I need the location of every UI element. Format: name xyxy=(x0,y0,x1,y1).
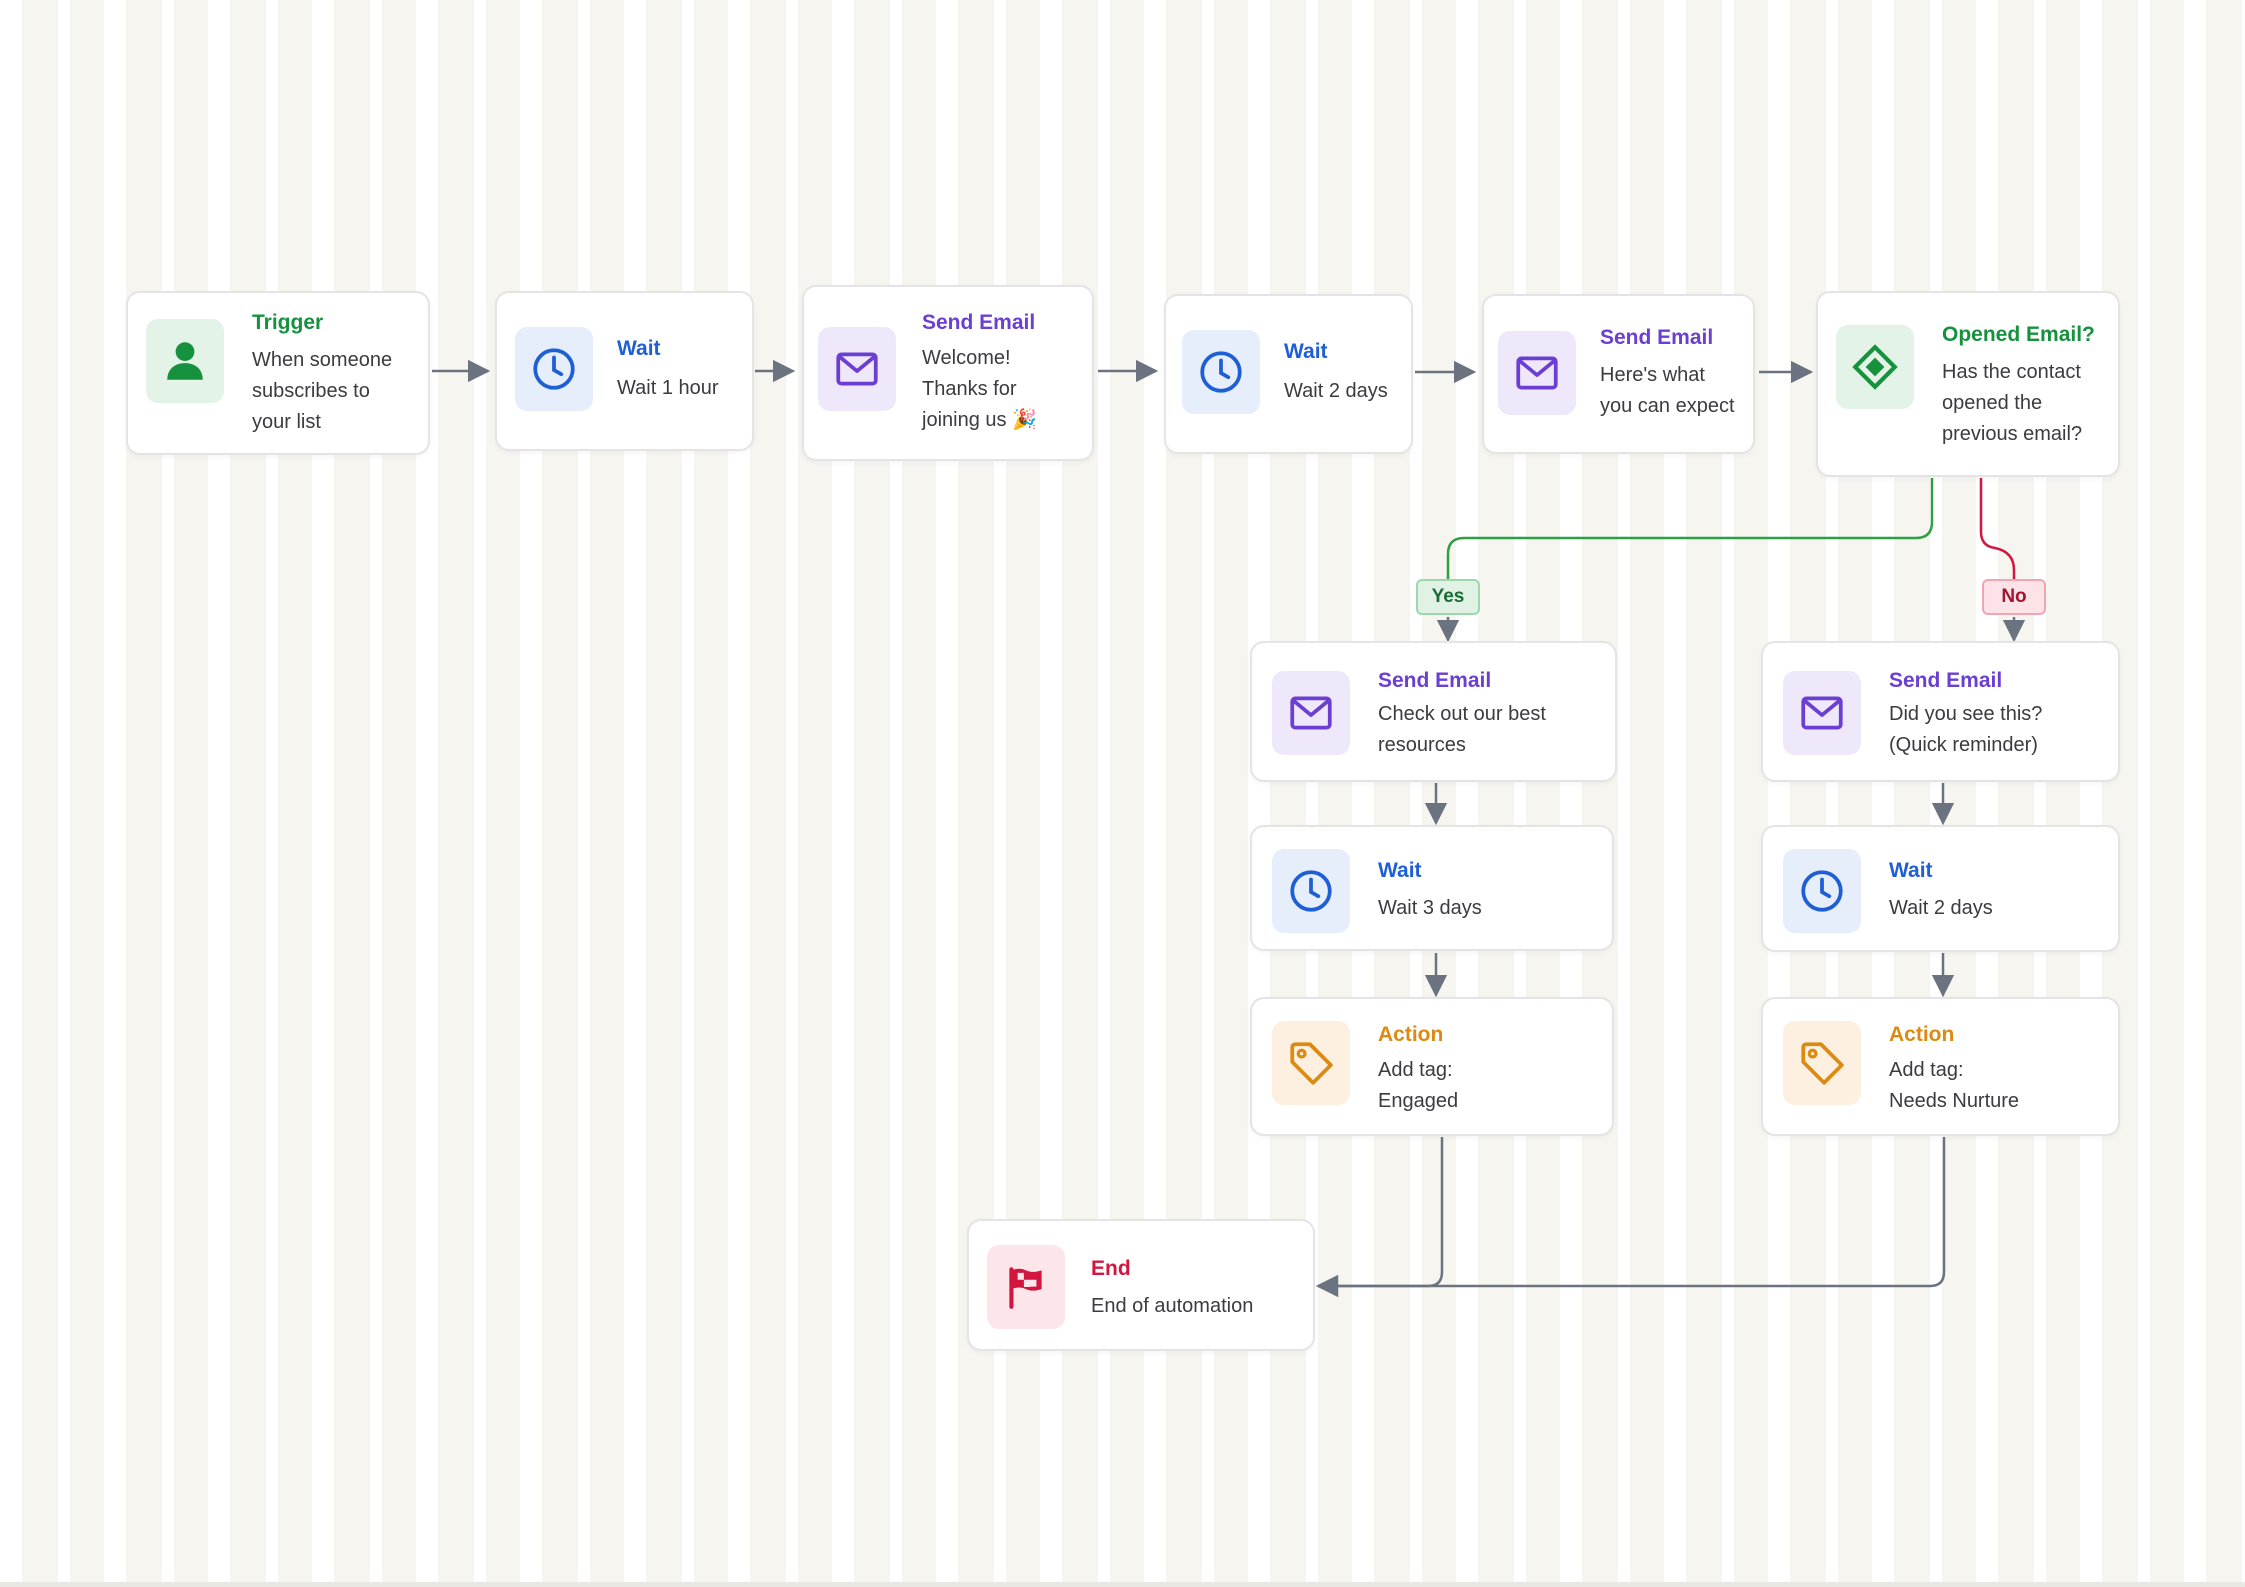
clock-icon xyxy=(533,348,575,390)
action-icon-tile xyxy=(1272,1021,1350,1105)
node-title: Action xyxy=(1889,1023,1955,1046)
email-icon-tile xyxy=(1783,671,1861,755)
send-email-node-1[interactable]: Send Email Welcome! Thanks for joining u… xyxy=(802,285,1094,461)
yes-branch-label: Yes xyxy=(1416,579,1480,615)
email-icon-tile xyxy=(1272,671,1350,755)
connector-yes-branch xyxy=(1446,478,1934,579)
node-description: Did you see this? (Quick reminder) xyxy=(1889,703,2043,756)
node-description: Welcome! Thanks for joining us 🎉 xyxy=(922,347,1037,431)
node-description: Wait 2 days xyxy=(1889,897,1993,919)
node-description: Wait 1 hour xyxy=(617,377,719,399)
flag-icon xyxy=(1009,1267,1042,1309)
condition-node[interactable]: Opened Email? Has the contact opened the… xyxy=(1816,291,2120,477)
node-description: Wait 2 days xyxy=(1284,380,1388,402)
trigger-icon-tile xyxy=(146,319,224,403)
connector-no-action-to-end xyxy=(1318,1137,1946,1288)
email-icon-tile xyxy=(1498,331,1576,415)
no-send-email-node[interactable]: Send Email Did you see this? (Quick remi… xyxy=(1761,641,2120,782)
node-title: Wait xyxy=(1284,340,1328,363)
wait-node-2[interactable]: Wait Wait 2 days xyxy=(1164,294,1413,454)
tag-icon xyxy=(1801,1042,1844,1085)
condition-icon-tile xyxy=(1836,325,1914,409)
connector-no-branch xyxy=(1979,478,2016,579)
clock-icon xyxy=(1290,870,1332,912)
end-node[interactable]: End End of automation xyxy=(967,1219,1315,1351)
connector-yes-action-to-end xyxy=(1315,1137,1444,1298)
node-title: Send Email xyxy=(1889,669,2003,692)
node-description: Here's what you can expect xyxy=(1600,364,1735,417)
node-title: End xyxy=(1091,1257,1131,1280)
clock-icon xyxy=(1200,351,1242,393)
no-wait-node[interactable]: Wait Wait 2 days xyxy=(1761,825,2120,952)
node-description: Add tag: Needs Nurture xyxy=(1889,1059,2020,1112)
wait-icon-tile xyxy=(515,327,593,411)
clock-icon xyxy=(1801,870,1843,912)
node-title: Send Email xyxy=(1600,326,1714,349)
node-description: Check out our best resources xyxy=(1378,703,1546,756)
node-description: Wait 3 days xyxy=(1378,897,1482,919)
wait-node-1[interactable]: Wait Wait 1 hour xyxy=(495,291,754,451)
end-icon-tile xyxy=(987,1245,1065,1329)
wait-icon-tile xyxy=(1272,849,1350,933)
node-title: Wait xyxy=(1889,859,1933,882)
yes-send-email-node[interactable]: Send Email Check out our best resources xyxy=(1250,641,1617,782)
wait-icon-tile xyxy=(1182,330,1260,414)
envelope-icon xyxy=(1290,696,1332,730)
yes-action-node[interactable]: Action Add tag: Engaged xyxy=(1250,997,1614,1136)
no-action-node[interactable]: Action Add tag: Needs Nurture xyxy=(1761,997,2120,1136)
no-branch-label: No xyxy=(1982,579,2046,615)
email-icon-tile xyxy=(818,327,896,411)
send-email-node-2[interactable]: Send Email Here's what you can expect xyxy=(1482,294,1755,454)
node-description: Add tag: Engaged xyxy=(1378,1059,1459,1112)
action-icon-tile xyxy=(1783,1021,1861,1105)
node-description: End of automation xyxy=(1091,1295,1254,1317)
node-title: Wait xyxy=(1378,859,1422,882)
node-title: Wait xyxy=(617,337,661,360)
tag-icon xyxy=(1290,1042,1333,1085)
person-icon xyxy=(167,342,203,380)
trigger-node[interactable]: Trigger When someone subscribes to your … xyxy=(126,291,430,455)
envelope-icon xyxy=(1801,696,1843,730)
yes-wait-node[interactable]: Wait Wait 3 days xyxy=(1250,825,1614,951)
node-description: When someone subscribes to your list xyxy=(252,349,393,433)
envelope-icon xyxy=(836,352,878,386)
node-title: Opened Email? xyxy=(1942,323,2095,346)
node-title: Send Email xyxy=(922,311,1036,334)
wait-icon-tile xyxy=(1783,849,1861,933)
node-description: Has the contact opened the previous emai… xyxy=(1942,361,2083,445)
node-title: Trigger xyxy=(252,311,324,334)
envelope-icon xyxy=(1516,356,1558,390)
node-title: Action xyxy=(1378,1023,1444,1046)
diamond-icon xyxy=(1852,344,1898,390)
node-title: Send Email xyxy=(1378,669,1492,692)
